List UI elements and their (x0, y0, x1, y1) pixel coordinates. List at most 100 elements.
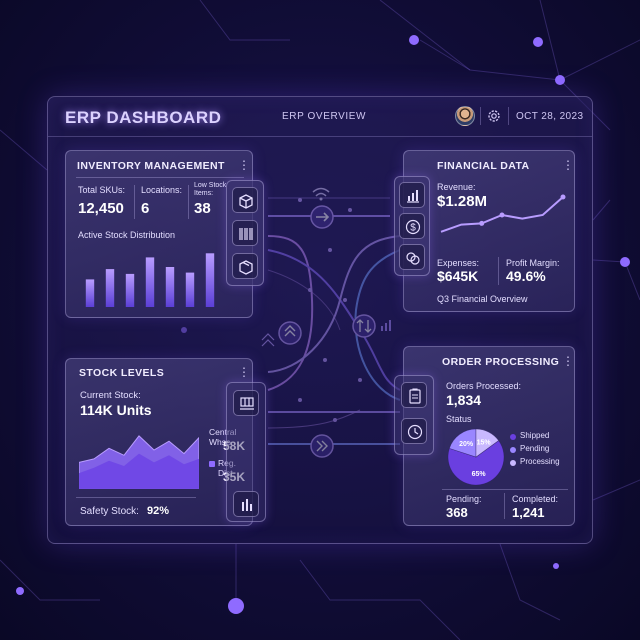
clock-button[interactable] (401, 418, 427, 444)
low-stock-label: Items: (194, 190, 214, 197)
pending-label: Pending: (446, 494, 482, 504)
divider (504, 493, 505, 519)
expenses-label: Expenses: (437, 258, 480, 268)
current-stock-value: 114K Units (80, 402, 152, 418)
pallet-icon (240, 397, 254, 410)
more-menu-icon[interactable]: ⋮ (238, 159, 250, 171)
more-menu-icon[interactable]: ⋮ (562, 355, 574, 367)
clipboard-icon (409, 388, 421, 404)
locations-label: Locations: (141, 185, 183, 195)
clock-icon (407, 424, 423, 440)
legend-label: Pending (520, 444, 550, 453)
status-label: Status (446, 414, 472, 424)
date-display: OCT 28, 2023 (516, 111, 584, 122)
more-menu-icon[interactable]: ⋮ (238, 366, 250, 378)
total-skus-value: 12,450 (78, 200, 124, 217)
profit-margin-value: 49.6% (506, 268, 546, 284)
total-skus-label: Total SKUs: (78, 185, 126, 195)
pie-legend: Shipped Pending Processing (510, 431, 574, 473)
safety-stock-label: Safety Stock: (80, 506, 139, 517)
pallet-button[interactable] (233, 390, 259, 416)
financial-footer: Q3 Financial Overview (437, 294, 528, 304)
dollar-button[interactable]: $ (399, 213, 425, 239)
bar (165, 267, 175, 307)
pie-label: 15% (477, 440, 492, 447)
pie-label: 65% (472, 471, 487, 478)
line-point (560, 194, 566, 200)
stock-levels-chart (79, 435, 199, 489)
completed-value: 1,241 (512, 505, 545, 520)
pie-label: 20% (459, 441, 474, 448)
bars-button[interactable] (233, 491, 259, 517)
more-menu-icon[interactable]: ⋮ (562, 159, 574, 171)
card-title: ORDER PROCESSING (442, 356, 560, 368)
package-button[interactable] (232, 253, 258, 279)
package-icon (239, 260, 253, 275)
line-point (479, 220, 485, 226)
top-bar: ERP DASHBOARD ERP OVERVIEW OCT 28, 2023 (48, 97, 592, 137)
low-stock-value: 38 (194, 200, 211, 217)
divider (76, 177, 244, 178)
stock-distribution-chart (85, 253, 215, 307)
current-stock-label: Current Stock: (80, 390, 141, 401)
divider (76, 497, 196, 498)
stock-icon-bar (226, 382, 266, 522)
app-title: ERP DASHBOARD (65, 108, 222, 127)
divider (188, 185, 189, 219)
bars-icon (242, 499, 252, 511)
coins-button[interactable] (399, 244, 425, 270)
bar-chart-icon (407, 190, 419, 203)
divider (134, 185, 135, 219)
bar-chart-button[interactable] (399, 182, 425, 208)
coins-icon (406, 252, 420, 265)
barcode-icon (239, 228, 253, 240)
bar (205, 253, 215, 307)
stock-levels-card: STOCK LEVELS ⋮ Current Stock: 114K Units… (65, 358, 253, 526)
clipboard-button[interactable] (401, 382, 427, 408)
bar (145, 257, 155, 307)
legend-label: Shipped (520, 431, 550, 440)
legend-dot (510, 434, 516, 440)
divider (508, 107, 509, 125)
gear-icon[interactable] (486, 108, 502, 124)
bar (105, 269, 115, 307)
card-title: STOCK LEVELS (79, 367, 165, 379)
completed-label: Completed: (512, 494, 559, 504)
orders-icon-bar (394, 375, 434, 455)
box-button[interactable] (232, 187, 258, 213)
inventory-card: INVENTORY MANAGEMENT ⋮ Total SKUs: 12,45… (65, 150, 253, 318)
divider (442, 489, 568, 490)
legend-dot (510, 460, 516, 466)
legend-dot (510, 447, 516, 453)
legend-label: Processing (520, 457, 560, 466)
avatar[interactable] (455, 106, 475, 126)
financial-icon-bar: $ (394, 176, 430, 276)
orders-processed-label: Orders Processed: (446, 381, 522, 391)
card-title: FINANCIAL DATA (437, 160, 530, 172)
low-stock-label: Low Stock (194, 182, 227, 189)
locations-value: 6 (141, 200, 150, 217)
revenue-trend-chart (440, 194, 566, 233)
divider (480, 107, 481, 125)
profit-margin-label: Profit Margin: (506, 258, 560, 268)
legend-item: Processing (510, 457, 574, 469)
legend-item: Shipped (510, 431, 574, 443)
page-subtitle: ERP OVERVIEW (282, 111, 367, 122)
legend-swatch (209, 461, 215, 467)
bar (185, 272, 195, 307)
bar (85, 279, 95, 307)
orders-processed-value: 1,834 (446, 392, 482, 408)
svg-text:$: $ (410, 223, 416, 234)
line-point (499, 212, 505, 218)
inventory-icon-bar (226, 180, 264, 286)
card-title: INVENTORY MANAGEMENT (77, 160, 225, 172)
pending-value: 368 (446, 505, 468, 520)
safety-stock-value: 92% (147, 505, 170, 517)
box-icon (239, 194, 253, 209)
divider (498, 257, 499, 285)
order-status-pie: 65% 20% 15% (447, 428, 505, 486)
barcode-button[interactable] (232, 220, 258, 246)
chart-label: Active Stock Distribution (78, 230, 176, 240)
bar (125, 273, 135, 307)
expenses-value: $645K (437, 268, 479, 284)
